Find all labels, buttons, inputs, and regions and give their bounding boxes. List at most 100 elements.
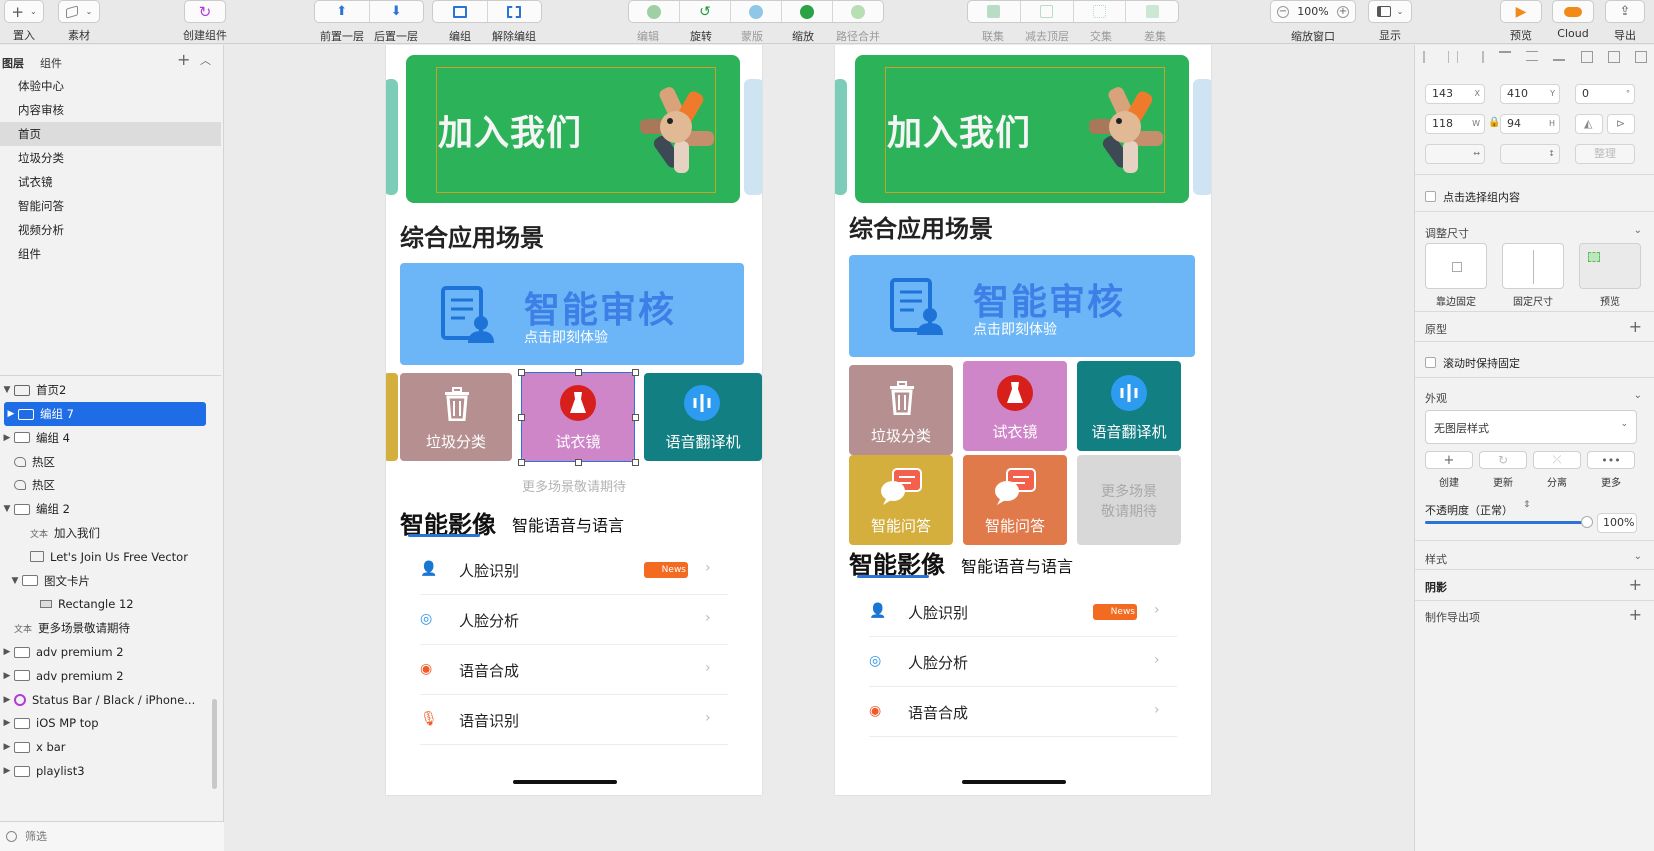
update-style-button[interactable]: ↻ [1479, 451, 1527, 469]
layer-row[interactable]: ▶ adv premium 2 [0, 640, 206, 664]
resize-handle[interactable] [575, 459, 582, 466]
artboard-row[interactable]: ▼ 首页2 [0, 378, 206, 402]
layer-row[interactable]: ▼ 图文卡片 [0, 569, 206, 593]
align-left-icon[interactable] [1423, 51, 1433, 63]
x-field[interactable]: 143 X [1425, 84, 1485, 104]
create-style-button[interactable]: + [1425, 451, 1473, 469]
artboard-home-b[interactable]: 加入我们 综合应用场景 智能审核 点击即刻体验 垃圾分类 试衣镜 语音翻译机 智… [835, 45, 1211, 795]
filter-input[interactable] [25, 830, 205, 843]
disclosure-closed-icon[interactable]: ▶ [0, 647, 14, 657]
list-item[interactable]: 👤 人脸识别 News › [400, 545, 728, 595]
zoom-in-icon[interactable]: + [1336, 5, 1349, 18]
lock-ratio-icon[interactable]: 🔒 [1488, 117, 1500, 128]
resize-handle[interactable] [518, 414, 525, 421]
page-item[interactable]: 智能问答 [0, 194, 221, 218]
tab-voice-language[interactable]: 智能语音与语言 [961, 553, 1073, 577]
layer-row[interactable]: 文本 加入我们 [0, 521, 206, 545]
subtract-button[interactable] [1021, 1, 1074, 22]
layer-row[interactable]: 文本 更多场景敬请期待 [0, 616, 206, 640]
chevron-down-icon[interactable]: ⌄ [1634, 225, 1642, 236]
detach-style-button[interactable]: ⤫ [1533, 451, 1581, 469]
layer-row[interactable]: ▶ playlist3 [0, 759, 206, 783]
path-merge-button[interactable] [833, 1, 883, 22]
display-tool[interactable]: ⌄ 显示 [1368, 0, 1412, 44]
list-item[interactable]: ◉ 语音合成 › [400, 645, 728, 695]
layer-style-select[interactable]: 无图层样式 ⌄ [1425, 410, 1637, 444]
list-item[interactable]: ◉ 语音合成 › [849, 687, 1177, 737]
assets-tool[interactable]: ⌄ 素材 [58, 0, 100, 44]
add-export-icon[interactable]: + [1629, 605, 1642, 624]
send-backward-button[interactable]: ⬇ [370, 1, 424, 22]
align-top-icon[interactable] [1498, 51, 1511, 61]
opacity-slider[interactable] [1425, 516, 1593, 528]
join-us-banner[interactable]: 加入我们 [406, 55, 740, 203]
distribute-v-icon[interactable] [1607, 51, 1620, 63]
flip-horizontal-button[interactable]: ◭ [1575, 114, 1603, 134]
zoom-out-icon[interactable]: − [1277, 5, 1289, 18]
chevron-down-icon[interactable]: ⌄ [1634, 551, 1642, 562]
add-prototype-icon[interactable]: + [1629, 317, 1642, 336]
resize-handle[interactable] [518, 369, 525, 376]
scrollbar[interactable] [212, 699, 217, 789]
group-button[interactable] [433, 1, 488, 22]
rotate-button[interactable]: ↺ [680, 1, 731, 22]
selection-box[interactable] [521, 372, 635, 462]
disclosure-closed-icon[interactable]: ▶ [0, 671, 14, 681]
tile-trash-sorting[interactable]: 垃圾分类 [400, 373, 512, 461]
tab-components[interactable]: 组件 [40, 55, 62, 71]
page-item[interactable]: 内容审核 [0, 98, 221, 122]
spacing-h-field[interactable]: ↔ [1425, 144, 1485, 164]
intersect-button[interactable] [1074, 1, 1127, 22]
layer-row[interactable]: ▶ x bar [0, 735, 206, 759]
tile-voice-translator[interactable]: 语音翻译机 [644, 373, 762, 461]
smart-audit-card[interactable]: 智能审核 点击即刻体验 [849, 255, 1195, 357]
layer-row[interactable]: Let's Join Us Free Vector [0, 545, 206, 569]
bring-forward-button[interactable]: ⬆ [315, 1, 370, 22]
distribute-icon[interactable] [1635, 51, 1647, 63]
page-item[interactable]: 体验中心 [0, 74, 221, 98]
disclosure-open-icon[interactable]: ▼ [0, 504, 14, 514]
disclosure-closed-icon[interactable]: ▶ [0, 766, 14, 776]
layer-row[interactable]: ▼ 编组 2 [0, 497, 206, 521]
list-item[interactable]: 🎙 语音识别 › [400, 695, 728, 745]
tile-smart-qa[interactable]: 智能问答 [849, 455, 953, 545]
artboard-home-a[interactable]: 加入我们 综合应用场景 智能审核 点击即刻体验 垃圾分类 试衣镜 语音翻译机 更… [386, 45, 762, 795]
edit-button[interactable] [629, 1, 680, 22]
align-middle-icon[interactable] [1526, 51, 1538, 61]
opacity-slider-knob[interactable] [1581, 516, 1593, 528]
y-field[interactable]: 410 Y [1500, 84, 1560, 104]
page-item[interactable]: 视频分析 [0, 218, 221, 242]
resize-fixed-option[interactable] [1502, 243, 1564, 289]
union-button[interactable] [968, 1, 1021, 22]
align-right-icon[interactable] [1474, 51, 1484, 63]
disclosure-closed-icon[interactable]: ▶ [4, 409, 18, 419]
more-style-button[interactable]: ••• [1587, 451, 1635, 469]
layer-row[interactable]: ▶ 编组 7 [4, 402, 206, 426]
disclosure-closed-icon[interactable]: ▶ [0, 433, 14, 443]
blend-mode-stepper-icon[interactable]: ⇕ [1523, 500, 1531, 510]
layer-row[interactable]: ▶ 编组 4 [0, 426, 206, 450]
mask-button[interactable] [731, 1, 782, 22]
page-item[interactable]: 试衣镜 [0, 170, 221, 194]
layer-row[interactable]: ▶ Status Bar / Black / iPhone... [0, 688, 206, 712]
disclosure-closed-icon[interactable]: ▶ [0, 695, 14, 705]
layer-row[interactable]: 热区 [0, 450, 206, 474]
fix-on-scroll-checkbox[interactable] [1425, 357, 1436, 368]
list-item[interactable]: ◎ 人脸分析 › [849, 637, 1177, 687]
width-field[interactable]: 118 W [1425, 114, 1485, 134]
chevron-down-icon[interactable]: ⌄ [1634, 390, 1642, 401]
difference-button[interactable] [1126, 1, 1178, 22]
tab-layers[interactable]: 图层 [2, 55, 24, 71]
page-item[interactable]: 组件 [0, 242, 221, 266]
opacity-field[interactable]: 100% [1597, 513, 1637, 533]
layer-row[interactable]: ▶ adv premium 2 [0, 664, 206, 688]
align-center-icon[interactable] [1448, 51, 1459, 63]
page-item[interactable]: 首页 [0, 122, 221, 146]
add-shadow-icon[interactable]: + [1629, 575, 1642, 594]
layer-row[interactable]: ▶ iOS MP top [0, 711, 206, 735]
create-component-tool[interactable]: ↻ 创建组件 [183, 0, 227, 44]
disclosure-closed-icon[interactable]: ▶ [0, 718, 14, 728]
resize-handle[interactable] [518, 459, 525, 466]
insert-tool[interactable]: + ⌄ 置入 [4, 0, 44, 44]
disclosure-closed-icon[interactable]: ▶ [0, 742, 14, 752]
